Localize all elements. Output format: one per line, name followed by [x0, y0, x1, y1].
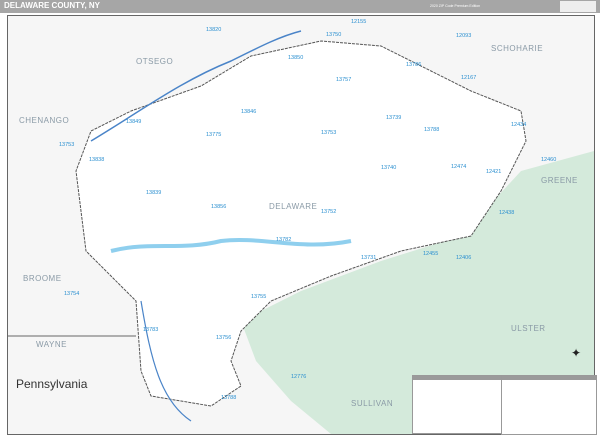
county-label: DELAWARE — [269, 202, 317, 211]
zip-label: 12406 — [456, 255, 471, 261]
zip-label: 13750 — [326, 32, 341, 38]
zip-label: 13775 — [206, 132, 221, 138]
state-label: Pennsylvania — [16, 377, 88, 391]
county-label: WAYNE — [36, 340, 67, 349]
zip-label: 12434 — [511, 122, 526, 128]
zip-label: 12093 — [456, 33, 471, 39]
map-title: DELAWARE COUNTY, NY — [4, 1, 101, 10]
zip-index-legend — [412, 375, 504, 434]
county-label: SULLIVAN — [351, 399, 393, 408]
zip-label: 13820 — [206, 27, 221, 33]
zip-label: 13756 — [216, 335, 231, 341]
zip-label: 12438 — [499, 210, 514, 216]
map-legend — [501, 375, 597, 435]
zip-label: 13856 — [211, 204, 226, 210]
logo — [560, 1, 596, 12]
zip-label: 13740 — [381, 165, 396, 171]
zip-label: 12155 — [351, 19, 366, 25]
zip-label: 12167 — [461, 75, 476, 81]
zip-label: 13755 — [251, 294, 266, 300]
zip-label: 13786 — [406, 62, 421, 68]
zip-label: 13839 — [146, 190, 161, 196]
zip-label: 12455 — [423, 251, 438, 257]
zip-label: 13731 — [361, 255, 376, 261]
zip-label: 13753 — [321, 130, 336, 136]
zip-label: 13782 — [276, 237, 291, 243]
zip-label: 12474 — [451, 164, 466, 170]
header-bar: DELAWARE COUNTY, NY 2020 ZIP Code Premiu… — [0, 0, 600, 13]
zip-label: 13753 — [59, 142, 74, 148]
zip-label: 12460 — [541, 157, 556, 163]
county-label: GREENE — [541, 176, 578, 185]
zip-label: 12421 — [486, 169, 501, 175]
map-svg: 13820 12155 13750 13850 12093 13786 13757 12167… — [8, 19, 594, 434]
zip-label: 13849 — [126, 119, 141, 125]
zip-label: 13754 — [64, 291, 79, 297]
zip-label: 13739 — [386, 115, 401, 121]
zip-label: 13838 — [89, 157, 104, 163]
county-label: CHENANGO — [19, 116, 69, 125]
county-label: BROOME — [23, 274, 62, 283]
zip-label: 13846 — [241, 109, 256, 115]
zip-label: 13850 — [288, 55, 303, 61]
county-label: OTSEGO — [136, 57, 173, 66]
county-label: ULSTER — [511, 324, 546, 333]
zip-label: 13757 — [336, 77, 351, 83]
zip-label: 13752 — [321, 209, 336, 215]
zip-label: 13788 — [221, 395, 236, 401]
map-canvas[interactable]: 13820 12155 13750 13850 12093 13786 13757 12167… — [7, 15, 597, 435]
county-label: SCHOHARIE — [491, 44, 543, 53]
zip-label: 12776 — [291, 374, 306, 380]
compass-icon: ✦ — [571, 346, 582, 360]
zip-label: 13788 — [424, 127, 439, 133]
edition-label: 2020 ZIP Code Premium Edition — [430, 4, 481, 8]
zip-label: 13783 — [143, 327, 158, 333]
